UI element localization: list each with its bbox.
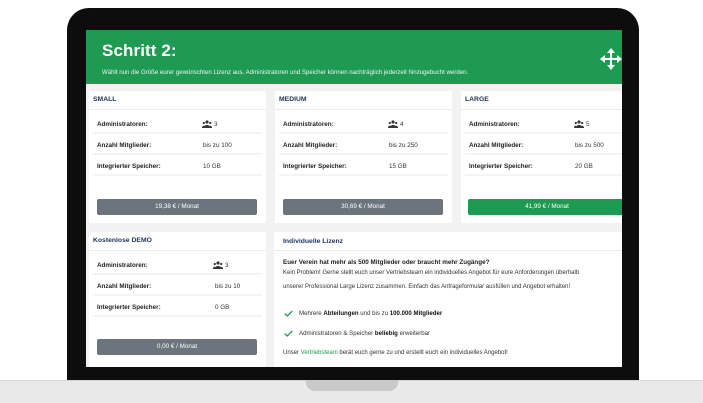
members-value: bis zu 500 bbox=[575, 142, 604, 149]
individual-text-line1: Kein Problem! Gerne stellt euch unser Ve… bbox=[283, 270, 580, 276]
plan-card-medium[interactable]: MEDIUM Administratoren: 4 Anzahl Mitglie… bbox=[275, 91, 452, 223]
step-subtitle: Wählt nun die Größe eurer gewünschten Li… bbox=[102, 69, 469, 76]
divider bbox=[89, 250, 266, 251]
storage-value: 0 GB bbox=[215, 304, 230, 311]
members-value: bis zu 100 bbox=[203, 142, 232, 149]
row-storage: Integrierter Speicher: 15 GB bbox=[279, 159, 448, 176]
plan-card-demo[interactable]: Kostenlose DEMO Administratoren: 3 Anzah… bbox=[89, 232, 266, 367]
plan-title: LARGE bbox=[465, 96, 489, 103]
users-icon bbox=[202, 120, 212, 128]
price-button-medium[interactable]: 30,69 € / Monat bbox=[283, 199, 443, 215]
divider bbox=[274, 250, 622, 251]
step-header: Schritt 2: Wählt nun die Größe eurer gew… bbox=[86, 30, 622, 84]
admins-value: 3 bbox=[214, 121, 218, 128]
row-admins: Administratoren: 4 bbox=[279, 117, 448, 134]
storage-label: Integrierter Speicher: bbox=[97, 304, 161, 311]
plan-card-small[interactable]: SMALL Administratoren: 3 Anzahl Mitglied… bbox=[89, 91, 266, 223]
members-label: Anzahl Mitglieder: bbox=[97, 283, 152, 290]
row-members: Anzahl Mitglieder: bis zu 250 bbox=[279, 138, 448, 155]
plan-title: SMALL bbox=[93, 96, 117, 103]
individual-license-card: Individuelle Lizenz Euer Verein hat mehr… bbox=[274, 232, 622, 367]
users-icon bbox=[574, 120, 584, 128]
divider bbox=[275, 109, 452, 110]
individual-footer: Unser Vertriebsteam berät euch gerne zu … bbox=[283, 350, 508, 356]
plan-card-large[interactable]: LARGE Administratoren: 5 Anzahl Mitglied… bbox=[461, 91, 622, 223]
row-members: Anzahl Mitglieder: bis zu 100 bbox=[93, 138, 262, 155]
storage-value: 15 GB bbox=[389, 163, 407, 170]
individual-text-line2: unserer Professional Large Lizenz zusamm… bbox=[283, 284, 571, 290]
admins-label: Administratoren: bbox=[97, 262, 148, 269]
admins-label: Administratoren: bbox=[283, 121, 334, 128]
move-arrows-icon[interactable] bbox=[600, 48, 622, 70]
storage-value: 10 GB bbox=[203, 163, 221, 170]
members-value: bis zu 10 bbox=[215, 283, 241, 290]
feature-expandable: Administratoren & Speicher beliebig erwe… bbox=[299, 330, 431, 337]
plan-title: MEDIUM bbox=[279, 96, 307, 103]
row-admins: Administratoren: 3 bbox=[93, 258, 262, 275]
row-admins: Administratoren: 5 bbox=[465, 117, 622, 134]
members-label: Anzahl Mitglieder: bbox=[283, 142, 338, 149]
step-title: Schritt 2: bbox=[102, 41, 177, 60]
screen: Schritt 2: Wählt nun die Größe eurer gew… bbox=[86, 30, 622, 367]
members-value: bis zu 250 bbox=[389, 142, 418, 149]
admins-label: Administratoren: bbox=[97, 121, 148, 128]
row-members: Anzahl Mitglieder: bis zu 500 bbox=[465, 138, 622, 155]
plan-title: Kostenlose DEMO bbox=[93, 237, 152, 244]
storage-label: Integrierter Speicher: bbox=[97, 163, 161, 170]
row-admins: Administratoren: 3 bbox=[93, 117, 262, 134]
row-storage: Integrierter Speicher: 20 GB bbox=[465, 159, 622, 176]
individual-question: Euer Verein hat mehr als 500 Mitglieder … bbox=[283, 259, 490, 266]
laptop-notch bbox=[306, 380, 398, 391]
feature-departments: Mehrere Abteilungen und bis zu 100.000 M… bbox=[299, 310, 443, 317]
admins-value: 3 bbox=[225, 262, 229, 269]
admins-value: 4 bbox=[400, 121, 404, 128]
divider bbox=[461, 109, 622, 110]
price-button-large[interactable]: 41,99 € / Monat bbox=[468, 199, 622, 215]
users-icon bbox=[388, 120, 398, 128]
individual-title: Individuelle Lizenz bbox=[283, 238, 344, 245]
members-label: Anzahl Mitglieder: bbox=[97, 142, 152, 149]
storage-value: 20 GB bbox=[575, 163, 593, 170]
row-storage: Integrierter Speicher: 10 GB bbox=[93, 159, 262, 176]
row-storage: Integrierter Speicher: 0 GB bbox=[93, 300, 262, 317]
price-button-demo[interactable]: 0,00 € / Monat bbox=[97, 339, 257, 355]
admins-label: Administratoren: bbox=[469, 121, 520, 128]
storage-label: Integrierter Speicher: bbox=[469, 163, 533, 170]
price-button-small[interactable]: 19,38 € / Monat bbox=[97, 199, 257, 215]
check-icon bbox=[284, 310, 293, 317]
admins-value: 5 bbox=[586, 121, 590, 128]
divider bbox=[89, 109, 266, 110]
check-icon bbox=[284, 330, 293, 337]
members-label: Anzahl Mitglieder: bbox=[469, 142, 524, 149]
users-icon bbox=[213, 261, 223, 269]
sales-team-link[interactable]: Vertriebsteam bbox=[301, 350, 338, 356]
storage-label: Integrierter Speicher: bbox=[283, 163, 347, 170]
row-members: Anzahl Mitglieder: bis zu 10 bbox=[93, 279, 262, 296]
